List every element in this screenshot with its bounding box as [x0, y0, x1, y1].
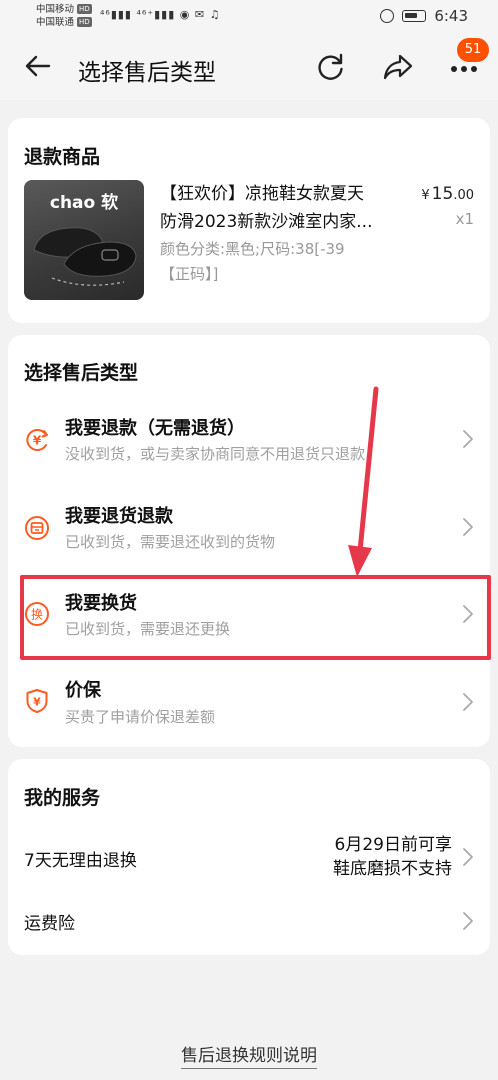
option-refund-only[interactable]: ¥ 我要退款（无需退货） 没收到货，或与卖家协商同意不用退货只退款 [8, 397, 490, 483]
chevron-right-icon [463, 848, 473, 866]
price-currency: ¥ [421, 188, 430, 203]
section-title-refund-product: 退款商品 [24, 146, 101, 168]
status-right: 6:43 [380, 7, 468, 25]
price-integer: 15 [431, 184, 454, 204]
option-description: 没收到货，或与卖家协商同意不用退货只退款 [65, 445, 366, 463]
slipper-graphic [33, 227, 137, 286]
chevron-right-icon [463, 693, 473, 711]
chevron-right-icon [463, 430, 473, 448]
return-box-icon [25, 516, 49, 540]
refresh-icon[interactable] [314, 50, 348, 84]
service-label: 运费险 [24, 914, 75, 934]
message-count-badge: 51 [457, 38, 489, 62]
option-description: 买贵了申请价保退差额 [65, 708, 216, 726]
network-indicator: ⁴⁶▮▮▮ ⁴⁶⁺▮▮▮ ◉ ✉ ♫ [100, 8, 221, 21]
option-title: 价保 [65, 680, 101, 701]
section-title-after-sale-type: 选择售后类型 [24, 362, 139, 384]
chevron-right-icon [463, 518, 473, 536]
product-price: ¥15.00 [421, 184, 474, 204]
yen-refund-icon: ¥ [26, 429, 48, 451]
product-quantity: x1 [455, 210, 474, 228]
price-decimal: .00 [453, 188, 474, 203]
my-services-card: 我的服务 7天无理由退换 6月29日前可享 鞋底磨损不支持 运费险 [8, 759, 490, 955]
signal-icons: ⁴⁶▮▮▮ ⁴⁶⁺▮▮▮ ◉ ✉ ♫ [100, 8, 220, 21]
service-value: 6月29日前可享 鞋底磨损不支持 [333, 833, 452, 881]
carrier-2: 中国联通 [36, 17, 75, 28]
price-protect-shield-icon: ¥ [26, 689, 48, 713]
after-sale-rules-link-text: 售后退换规则说明 [181, 1046, 317, 1069]
product-spec-line2: 【正码】] [160, 265, 219, 283]
status-bar: 中国移动 HD 中国联通 HD ⁴⁶▮▮▮ ⁴⁶⁺▮▮▮ ◉ ✉ ♫ 6:43 [0, 0, 498, 34]
option-return-refund[interactable]: 我要退货退款 已收到货，需要退还收到的货物 [8, 485, 490, 571]
after-sale-rules-link[interactable]: 售后退换规则说明 [0, 1041, 498, 1069]
service-label: 7天无理由退换 [24, 851, 137, 871]
back-arrow-icon[interactable] [22, 50, 54, 82]
product-spec-line1: 颜色分类:黑色;尺码:38[-39 [160, 240, 345, 258]
option-description: 已收到货，需要退还收到的货物 [65, 533, 276, 551]
svg-text:¥: ¥ [33, 696, 41, 709]
option-title: 我要退货退款 [65, 506, 173, 527]
after-sale-type-card: 选择售后类型 ¥ 我要退款（无需退货） 没收到货，或与卖家协商同意不用退货只退款… [8, 335, 490, 747]
product-name-line1: 【狂欢价】凉拖鞋女款夏天 [160, 184, 364, 204]
product-name[interactable]: 【狂欢价】凉拖鞋女款夏天 防滑2023新款沙滩室内家... [160, 180, 396, 236]
carrier-1: 中国移动 [36, 4, 75, 15]
chevron-right-icon [463, 912, 473, 930]
service-7day-return[interactable]: 7天无理由退换 6月29日前可享 鞋底磨损不支持 [8, 825, 490, 891]
svg-text:¥: ¥ [33, 434, 42, 448]
refund-product-card: 退款商品 chao 软 【狂欢价】凉拖鞋女款夏天 防滑2023新款沙滩室内家..… [8, 118, 490, 323]
service-shipping-insurance[interactable]: 运费险 [8, 897, 490, 947]
clock: 6:43 [434, 7, 468, 25]
product-spec: 颜色分类:黑色;尺码:38[-39 【正码】] [160, 237, 396, 287]
share-icon[interactable] [381, 50, 415, 84]
page-title: 选择售后类型 [78, 60, 216, 86]
chevron-right-icon [463, 605, 473, 623]
hd-badge: HD [77, 17, 92, 27]
option-title: 我要退款（无需退货） [65, 418, 245, 439]
option-price-protection[interactable]: ¥ 价保 买贵了申请价保退差额 [8, 660, 490, 746]
carrier-info: 中国移动 HD 中国联通 HD [36, 3, 92, 29]
option-description: 已收到货，需要退还更换 [65, 620, 231, 638]
service-value-line1: 6月29日前可享 [334, 835, 452, 855]
option-exchange[interactable]: 换 我要换货 已收到货，需要退还更换 [8, 573, 490, 659]
product-name-line2: 防滑2023新款沙滩室内家... [160, 212, 373, 232]
service-value-line2: 鞋底磨损不支持 [333, 859, 452, 879]
section-title-my-services: 我的服务 [24, 787, 101, 809]
hd-badge: HD [77, 4, 92, 14]
nav-bar: 选择售后类型 51 [0, 34, 498, 100]
svg-text:换: 换 [31, 608, 43, 622]
alarm-icon [380, 9, 395, 23]
exchange-icon: 换 [25, 602, 49, 626]
battery-icon [402, 10, 427, 22]
product-image[interactable]: chao 软 [24, 180, 144, 300]
option-title: 我要换货 [65, 593, 137, 614]
